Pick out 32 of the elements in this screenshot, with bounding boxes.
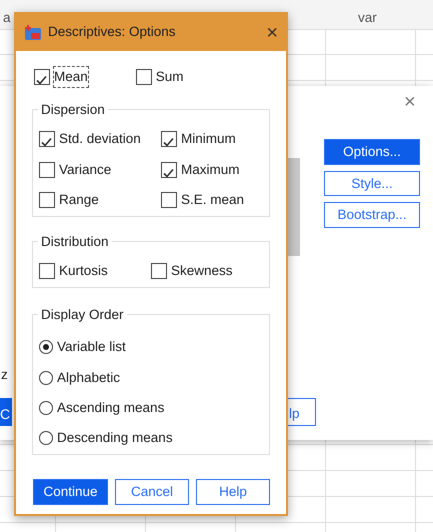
- ok-button[interactable]: C: [0, 398, 12, 426]
- dialog-button[interactable]: Options...: [324, 139, 420, 165]
- checkbox-option[interactable]: Kurtosis: [39, 261, 151, 282]
- app-icon: [24, 24, 42, 40]
- checkbox-option[interactable]: Sum: [136, 67, 184, 88]
- close-button[interactable]: ×: [266, 22, 278, 42]
- radio-option[interactable]: Descending means: [39, 428, 263, 448]
- dialog-button[interactable]: Cancel: [115, 479, 189, 505]
- radio-option[interactable]: Variable list: [39, 337, 263, 358]
- dialog-button[interactable]: Style...: [324, 170, 420, 196]
- window-title: Descriptives: Options: [48, 23, 177, 42]
- checkbox-option[interactable]: Maximum: [161, 160, 263, 180]
- dialog-button[interactable]: Bootstrap...: [324, 202, 420, 228]
- dialog-label: z: [1, 366, 8, 384]
- checkbox-option[interactable]: Minimum: [161, 129, 263, 150]
- checkbox-option[interactable]: Mean: [34, 67, 88, 88]
- close-button[interactable]: ×: [404, 92, 416, 112]
- checkmark-icon: [162, 136, 175, 150]
- checkbox-option[interactable]: S.E. mean: [161, 190, 263, 210]
- dialog-button[interactable]: Continue: [33, 479, 108, 505]
- dialog-button[interactable]: Help: [196, 479, 270, 505]
- column-header: a: [3, 9, 11, 27]
- radio-option[interactable]: Ascending means: [39, 398, 263, 418]
- checkbox-option[interactable]: Variance: [39, 160, 161, 180]
- checkbox-option[interactable]: Std. deviation: [39, 129, 161, 150]
- checkbox-option[interactable]: Skewness: [151, 261, 263, 282]
- checkmark-icon: [40, 136, 53, 150]
- radio-option[interactable]: Alphabetic: [39, 368, 263, 388]
- column-header: var: [358, 9, 377, 27]
- checkbox-option[interactable]: Range: [39, 190, 161, 210]
- checkmark-icon: [35, 74, 48, 88]
- checkmark-icon: [162, 166, 175, 180]
